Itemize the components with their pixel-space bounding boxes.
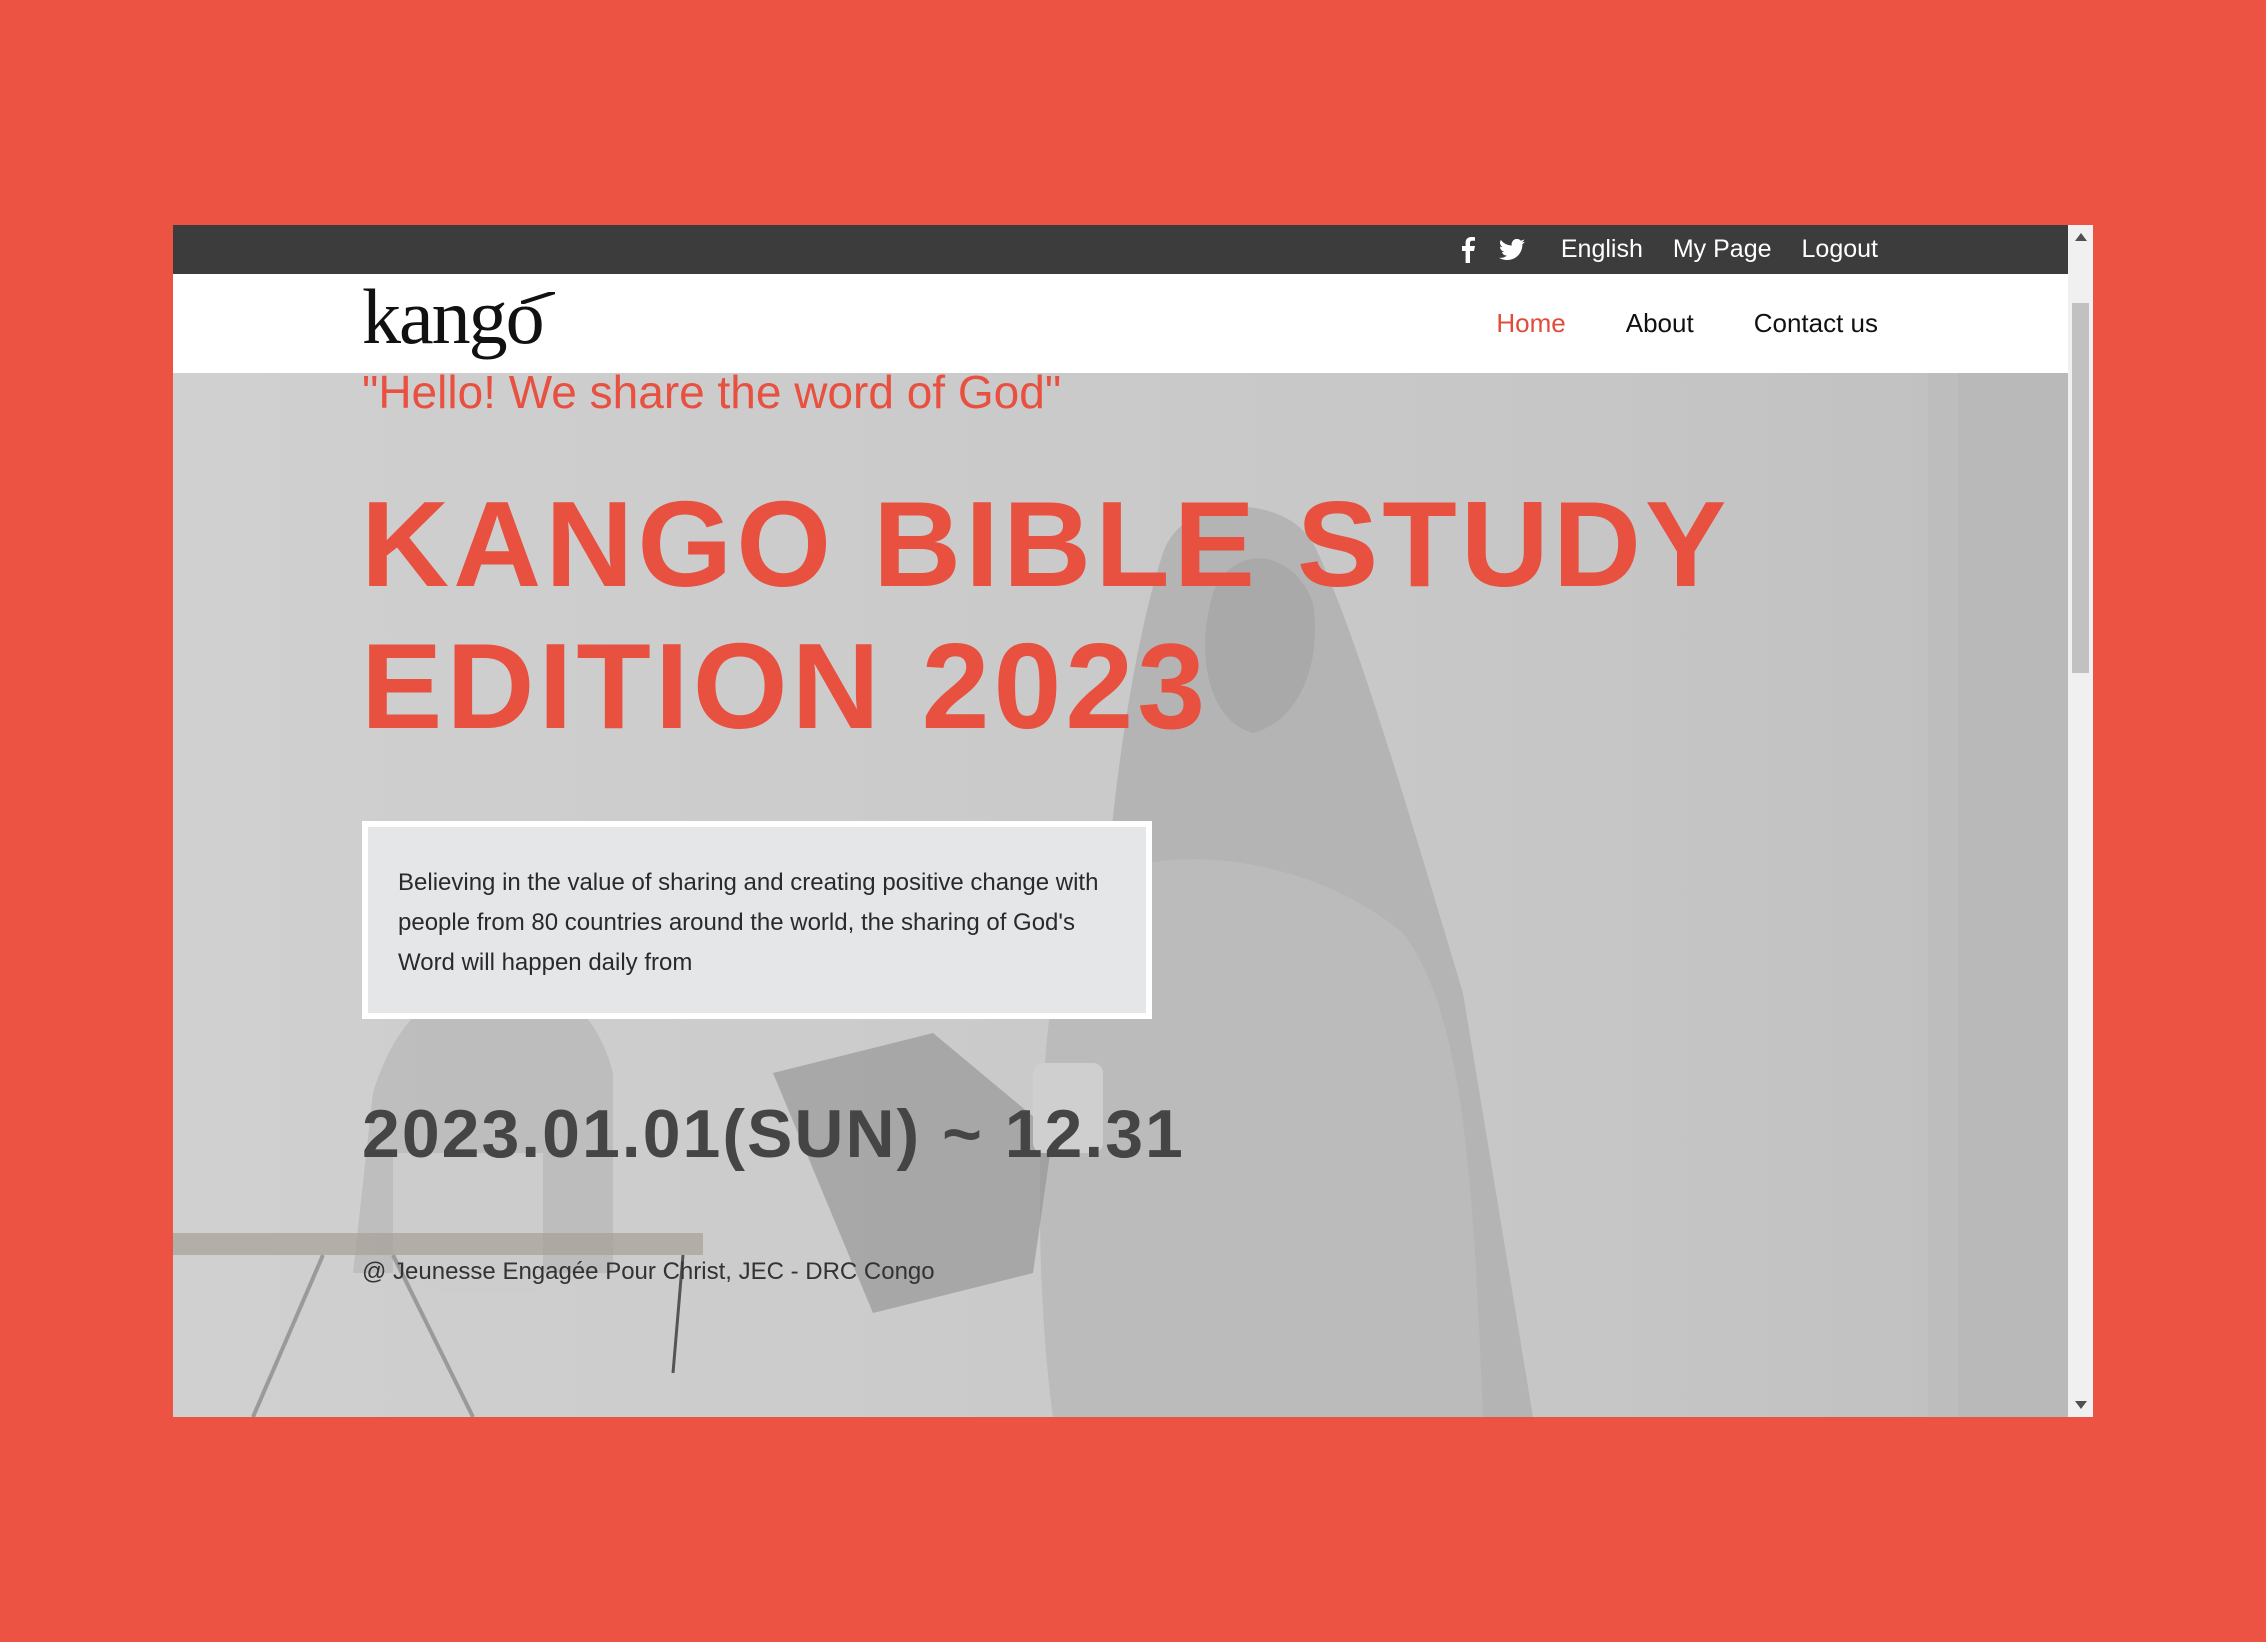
scroll-up-arrow[interactable] [2068,225,2093,249]
logo-text: kango [362,273,545,360]
logout-link[interactable]: Logout [1802,235,1878,264]
main-menu: Home About Contact us [1496,274,1878,373]
headline-line-1: KANGO BIBLE STUDY [361,476,1731,612]
hero-section: "Hello! We share the word of God" KANGO … [173,373,2068,1417]
language-link[interactable]: English [1561,235,1643,264]
browser-window: English My Page Logout kango Home About … [173,225,2093,1417]
event-date-range: 2023.01.01(SUN) ~ 12.31 [362,1096,1185,1172]
nav-about[interactable]: About [1626,308,1694,339]
main-navbar: kango Home About Contact us [173,274,2068,373]
twitter-link[interactable] [1498,238,1525,261]
headline-line-2: EDITION 2023 [361,618,1210,754]
event-location: @ Jeunesse Engagée Pour Christ, JEC - DR… [362,1258,935,1285]
caret-down-icon [2074,1401,2087,1409]
facebook-link[interactable] [1461,236,1475,263]
logo-accent-mark [520,292,555,304]
hero-tagline: "Hello! We share the word of God" [362,373,1062,418]
site-logo[interactable]: kango [362,278,555,356]
facebook-icon [1461,236,1475,263]
scrollbar-thumb[interactable] [2072,303,2089,673]
scroll-down-arrow[interactable] [2068,1393,2093,1417]
nav-contact-us[interactable]: Contact us [1754,308,1878,339]
description-box: Believing in the value of sharing and cr… [362,821,1152,1019]
top-utility-bar: English My Page Logout [173,225,2068,274]
my-page-link[interactable]: My Page [1673,235,1772,264]
vertical-scrollbar[interactable] [2068,225,2093,1417]
social-links [1461,236,1525,263]
description-text: Believing in the value of sharing and cr… [398,869,1099,976]
hero-headline: KANGO BIBLE STUDY EDITION 2023 [361,473,1730,757]
twitter-icon [1498,238,1525,260]
nav-home[interactable]: Home [1496,308,1565,339]
caret-up-icon [2074,233,2087,241]
